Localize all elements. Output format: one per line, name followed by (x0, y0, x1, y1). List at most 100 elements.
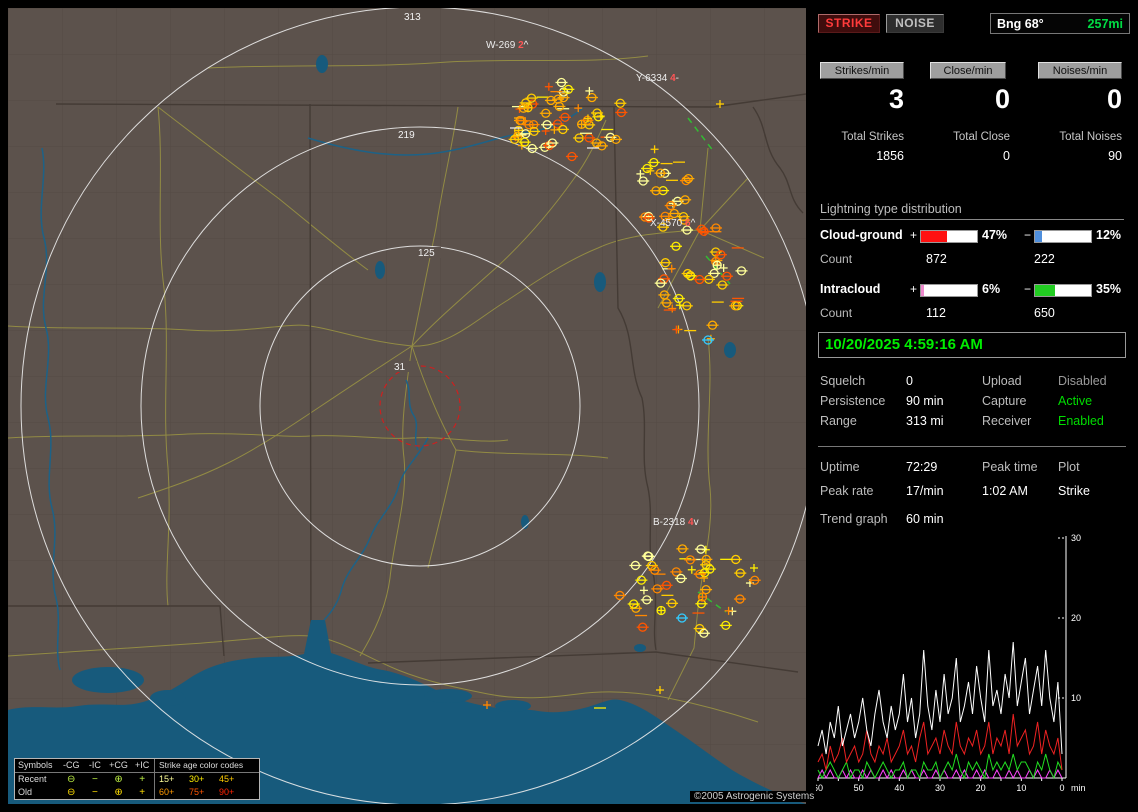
ic-negative-bar-fill (1035, 285, 1055, 296)
bearing-value: Bng 68° (997, 17, 1044, 31)
ic-negative-count: 650 (1034, 306, 1055, 320)
peak-rate-label: Peak rate (820, 484, 874, 498)
upload-status: Disabled (1058, 374, 1107, 388)
lightning-map[interactable]: 31321912531 W-269 2^Y-6334 4-X-4570 6^B-… (8, 8, 806, 804)
legend-header-row: Symbols -CG -IC +CG +IC Strike age color… (15, 759, 259, 773)
ic-positive-pct: 6% (982, 282, 1000, 296)
svg-text:125: 125 (418, 248, 435, 259)
ic-positive-count: 112 (926, 306, 946, 320)
svg-text:B-2318 4v: B-2318 4v (653, 517, 699, 528)
ic-positive-bar (920, 284, 978, 297)
ic-positive-bar-fill (921, 285, 924, 296)
cg-positive-bar-fill (921, 231, 947, 242)
peak-time-value: 1:02 AM (982, 484, 1028, 498)
legend-old-row: Old ⊖ − ⊕ + 60+ 75+ 90+ (15, 786, 259, 799)
svg-text:219: 219 (398, 130, 415, 141)
cg-positive-bar (920, 230, 978, 243)
plus-sign: + (910, 282, 917, 296)
bearing-range-panel: Bng 68° 257mi (990, 13, 1130, 34)
legend-recent-row: Recent ⊖ − ⊕ + 15+ 30+ 45+ (15, 773, 259, 786)
minus-sign: − (1024, 228, 1031, 242)
upload-label: Upload (982, 374, 1022, 388)
cg-positive-pct: 47% (982, 228, 1007, 242)
count-label: Count (820, 252, 852, 266)
circle-minus-icon: ⊖ (59, 786, 83, 799)
peak-time-label: Peak time (982, 460, 1038, 474)
svg-text:W-269 2^: W-269 2^ (486, 40, 529, 51)
total-close-value: 0 (926, 149, 1010, 163)
datetime-display: 10/20/2025 4:59:16 AM (818, 332, 1126, 358)
legend-old-label: Old (15, 786, 59, 799)
cloud-ground-row: Cloud-ground + 47% − 12% (814, 228, 1138, 244)
plus-sign: + (910, 228, 917, 242)
legend-age-title: Strike age color codes (159, 759, 243, 772)
plus-icon: + (130, 773, 154, 786)
intracloud-label: Intracloud (820, 282, 880, 296)
cg-positive-count: 872 (926, 252, 947, 266)
noise-indicator-button[interactable]: NOISE (886, 14, 944, 33)
svg-text:min: min (1071, 783, 1086, 793)
age-code-30: 30+ (189, 773, 219, 786)
capture-label: Capture (982, 394, 1026, 408)
minus-icon: − (83, 786, 107, 799)
close-per-min-value: 0 (926, 84, 1010, 115)
legend-pic-header: +IC (130, 759, 154, 772)
screen: { "header": { "strike": "STRIKE", "noise… (0, 0, 1138, 812)
noises-per-min-chip[interactable]: Noises/min (1038, 62, 1122, 79)
receiver-label: Receiver (982, 414, 1031, 428)
svg-text:31: 31 (394, 362, 406, 373)
svg-text:30: 30 (935, 783, 945, 793)
svg-text:Y-6334 4-: Y-6334 4- (636, 73, 679, 84)
svg-text:20: 20 (1071, 613, 1081, 623)
persistence-value: 90 min (906, 394, 944, 408)
intracloud-row: Intracloud + 6% − 35% (814, 282, 1138, 298)
persistence-label: Persistence (820, 394, 885, 408)
plot-mode-value: Strike (1058, 484, 1090, 498)
legend-symbols-header: Symbols (15, 759, 59, 772)
circle-plus-icon: ⊕ (107, 786, 131, 799)
age-code-60: 60+ (159, 786, 189, 799)
svg-text:40: 40 (894, 783, 904, 793)
total-close-label: Total Close (926, 131, 1010, 143)
svg-text:X-4570 6^: X-4570 6^ (650, 218, 696, 229)
strikes-per-min-chip[interactable]: Strikes/min (820, 62, 904, 79)
legend-recent-label: Recent (15, 773, 59, 786)
age-code-75: 75+ (189, 786, 219, 799)
legend-ncg-header: -CG (59, 759, 83, 772)
divider (818, 446, 1126, 447)
peak-rate-value: 17/min (906, 484, 944, 498)
total-strikes-label: Total Strikes (820, 131, 904, 143)
total-strikes-value: 1856 (820, 149, 904, 163)
svg-text:10: 10 (1071, 693, 1081, 703)
svg-text:10: 10 (1016, 783, 1026, 793)
legend-pcg-header: +CG (107, 759, 131, 772)
status-sidebar: STRIKE NOISE Bng 68° 257mi Strikes/min C… (814, 0, 1138, 812)
svg-text:50: 50 (854, 783, 864, 793)
map-canvas[interactable]: 31321912531 W-269 2^Y-6334 4-X-4570 6^B-… (8, 8, 806, 804)
plot-label: Plot (1058, 460, 1080, 474)
svg-text:0: 0 (1059, 783, 1064, 793)
squelch-label: Squelch (820, 374, 865, 388)
cloud-ground-label: Cloud-ground (820, 228, 903, 242)
svg-text:60: 60 (816, 783, 823, 793)
svg-text:30: 30 (1071, 534, 1081, 543)
age-code-15: 15+ (159, 773, 189, 786)
intracloud-count-row: Count 112 650 (814, 306, 1138, 322)
strike-indicator-button[interactable]: STRIKE (818, 14, 880, 33)
svg-text:20: 20 (976, 783, 986, 793)
cg-negative-pct: 12% (1096, 228, 1121, 242)
receiver-status: Enabled (1058, 414, 1104, 428)
capture-status: Active (1058, 394, 1092, 408)
age-code-90: 90+ (219, 786, 249, 799)
noises-per-min-value: 0 (1038, 84, 1122, 115)
ic-negative-pct: 35% (1096, 282, 1121, 296)
cg-negative-bar-fill (1035, 231, 1042, 242)
strikes-per-min-value: 3 (820, 84, 904, 115)
legend-nic-header: -IC (83, 759, 107, 772)
distance-value: 257mi (1088, 17, 1123, 31)
trend-window-value: 60 min (906, 512, 944, 526)
circle-plus-icon: ⊕ (107, 773, 131, 786)
symbols-legend: Symbols -CG -IC +CG +IC Strike age color… (14, 758, 260, 800)
uptime-label: Uptime (820, 460, 860, 474)
close-per-min-chip[interactable]: Close/min (930, 62, 1006, 79)
